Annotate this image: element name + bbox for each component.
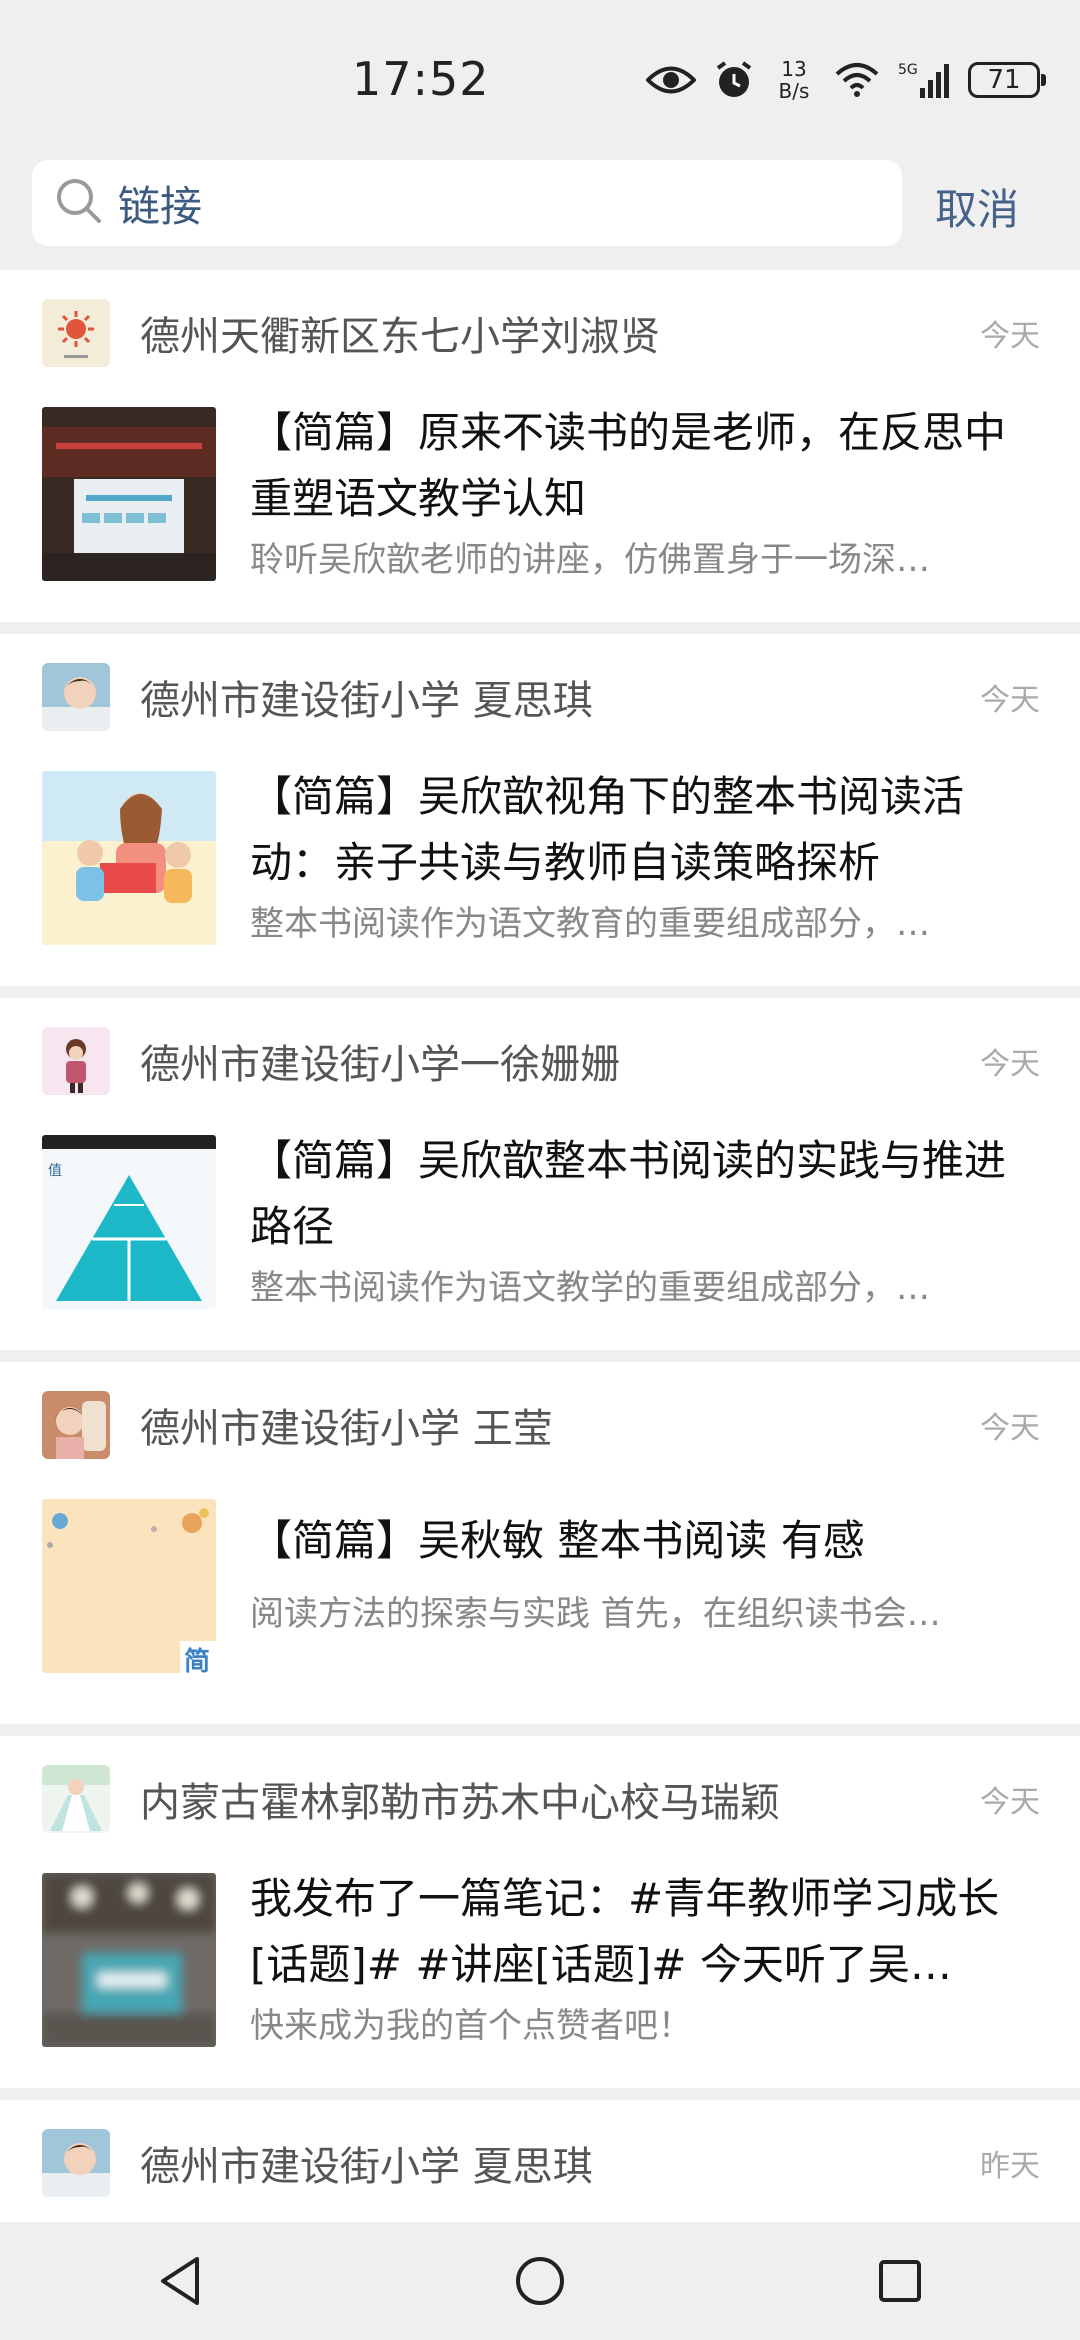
thumbnail[interactable] (42, 407, 216, 581)
recents-button[interactable] (840, 2231, 960, 2331)
thumbnail-badge: 简 (184, 1647, 211, 1673)
list-item[interactable]: 德州天衢新区东七小学刘淑贤 今天 【简篇】原来不读书的是老师，在反思中重塑语文教… (0, 270, 1080, 622)
avatar[interactable] (42, 663, 110, 731)
back-icon (161, 2257, 199, 2305)
post-date: 今天 (980, 319, 1040, 354)
list-item[interactable]: 德州市建设街小学 王莹 今天 简 【简篇】吴秋敏 整本书阅读 有感 阅读方法的探… (0, 1362, 1080, 1724)
list-item[interactable]: 德州市建设街小学一徐姗姗 今天 值 【简篇】吴欣歆整本书阅读的实践与推进路径 整… (0, 998, 1080, 1350)
card-header: 内蒙古霍林郭勒市苏木中心校马瑞颖 今天 (42, 1764, 1040, 1834)
article-summary: 快来成为我的首个点赞者吧！ (250, 2006, 692, 2046)
article-summary: 阅读方法的探索与实践 首先，在组织读书会… (250, 1594, 941, 1634)
alarm-icon (714, 60, 754, 100)
card-header: 德州市建设街小学 夏思琪 今天 (42, 662, 1040, 732)
avatar[interactable] (42, 2129, 110, 2197)
list-item[interactable]: 内蒙古霍林郭勒市苏木中心校马瑞颖 今天 我发布了一篇笔记：#青年教师学习成长[话… (0, 1736, 1080, 2088)
search-input[interactable]: 链接 (32, 160, 902, 246)
article-title[interactable]: 【简篇】吴欣歆整本书阅读的实践与推进路径 (250, 1128, 1040, 1260)
network-speed: 13 B/s (772, 58, 816, 102)
post-date: 今天 (980, 1785, 1040, 1820)
author-name: 德州天衢新区东七小学刘淑贤 (140, 314, 660, 360)
author-name: 德州市建设街小学 夏思琪 (140, 2144, 593, 2190)
net-speed-unit: B/s (778, 79, 810, 103)
svg-text:值: 值 (48, 1163, 62, 1179)
thumbnail[interactable] (42, 771, 216, 945)
avatar[interactable] (42, 1391, 110, 1459)
avatar[interactable] (42, 1765, 110, 1833)
system-nav-bar (0, 2222, 1080, 2340)
search-query[interactable]: 链接 (118, 173, 202, 234)
article-title[interactable]: 我发布了一篇笔记：#青年教师学习成长[话题]# #讲座[话题]# 今天听了吴… (250, 1866, 1040, 1998)
home-icon (516, 2257, 564, 2305)
net-speed-value: 13 (781, 57, 807, 81)
card-header: 德州市建设街小学 夏思琪 昨天 (42, 2128, 1040, 2198)
avatar[interactable] (42, 1027, 110, 1095)
article-summary: 整本书阅读作为语文教学的重要组成部分，… (250, 1268, 930, 1308)
post-date: 今天 (980, 1411, 1040, 1446)
thumbnail[interactable]: 简 (42, 1499, 216, 1673)
article-summary: 整本书阅读作为语文教育的重要组成部分，… (250, 904, 930, 944)
article-title[interactable]: 【简篇】原来不读书的是老师，在反思中重塑语文教学认知 (250, 400, 1040, 532)
status-bar: 17:52 13 B/s 5G 71 (0, 0, 1080, 150)
wifi-icon (834, 62, 880, 98)
author-name: 内蒙古霍林郭勒市苏木中心校马瑞颖 (140, 1780, 780, 1826)
cancel-button[interactable]: 取消 (935, 176, 1019, 237)
thumbnail[interactable]: 值 (42, 1135, 216, 1309)
search-icon (54, 176, 104, 230)
eye-icon (646, 63, 696, 97)
list-item[interactable]: 德州市建设街小学 夏思琪 今天 【简篇】吴欣歆视角下的整本书阅读活动：亲子共读与… (0, 634, 1080, 986)
status-time: 17:52 (352, 52, 490, 106)
author-name: 德州市建设街小学一徐姗姗 (140, 1042, 620, 1088)
list-item[interactable]: 德州市建设街小学 夏思琪 昨天 (0, 2100, 1080, 2222)
avatar[interactable] (42, 299, 110, 367)
home-button[interactable] (480, 2231, 600, 2331)
author-name: 德州市建设街小学 夏思琪 (140, 678, 593, 724)
status-icons: 13 B/s 5G 71 (646, 52, 1046, 108)
author-name: 德州市建设街小学 王莹 (140, 1406, 553, 1452)
article-summary: 聆听吴欣歆老师的讲座，仿佛置身于一场深… (250, 540, 930, 580)
article-title[interactable]: 【简篇】吴欣歆视角下的整本书阅读活动：亲子共读与教师自读策略探析 (250, 764, 1040, 896)
thumbnail[interactable] (42, 1873, 216, 2047)
battery-icon: 71 (968, 62, 1046, 98)
recents-icon (879, 2260, 921, 2302)
back-button[interactable] (120, 2231, 240, 2331)
article-title[interactable]: 【简篇】吴秋敏 整本书阅读 有感 (250, 1508, 1040, 1574)
signal-icon: 5G (898, 60, 950, 100)
card-header: 德州天衢新区东七小学刘淑贤 今天 (42, 298, 1040, 368)
post-date: 今天 (980, 1047, 1040, 1082)
post-date: 昨天 (980, 2149, 1040, 2184)
card-header: 德州市建设街小学一徐姗姗 今天 (42, 1026, 1040, 1096)
svg-text:5G: 5G (898, 62, 918, 78)
post-date: 今天 (980, 683, 1040, 718)
card-header: 德州市建设街小学 王莹 今天 (42, 1390, 1040, 1460)
